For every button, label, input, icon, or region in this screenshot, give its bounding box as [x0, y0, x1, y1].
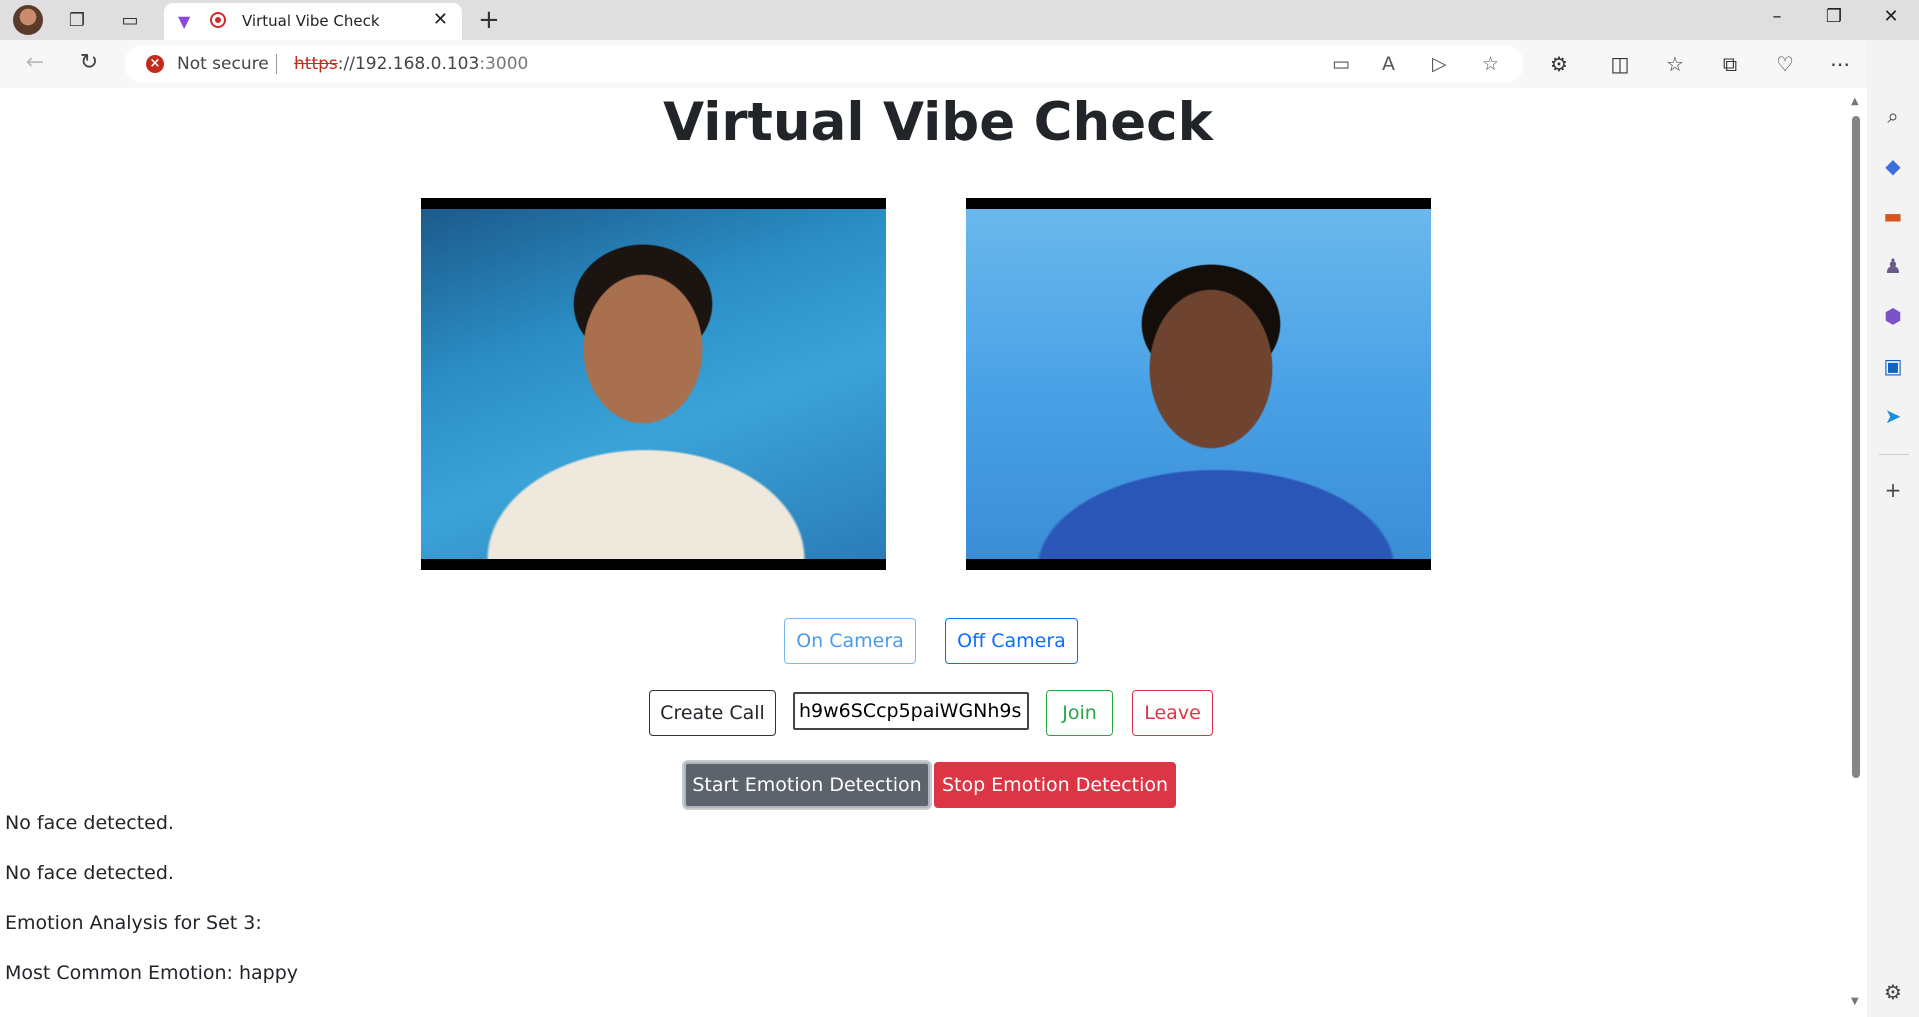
favorite-star-icon[interactable]: ☆ [1482, 53, 1499, 75]
new-tab-button[interactable]: + [478, 5, 500, 35]
local-video-frame [421, 209, 886, 559]
url-text[interactable]: https://192.168.0.103:3000 [294, 54, 528, 74]
virtual-vibe-logo-icon: ▼ [178, 12, 191, 31]
outlook-icon[interactable]: ▣ [1879, 352, 1907, 380]
status-message: No face detected. [5, 862, 174, 884]
browser-toolbar: ← ↻ × Not secure https://192.168.0.103:3… [0, 40, 1919, 88]
stop-emotion-detection-button[interactable]: Stop Emotion Detection [934, 762, 1176, 808]
scroll-down-arrow-icon[interactable]: ▼ [1851, 996, 1859, 1007]
close-window-icon[interactable]: ✕ [1871, 6, 1911, 27]
recording-icon [210, 12, 226, 28]
camera-icon[interactable]: ▭ [1332, 53, 1350, 75]
remote-video [966, 198, 1431, 570]
join-button[interactable]: Join [1046, 690, 1113, 736]
off-camera-button[interactable]: Off Camera [945, 618, 1078, 664]
search-icon[interactable]: ⌕ [1879, 102, 1907, 130]
url-port: :3000 [479, 54, 529, 74]
settings-icon[interactable]: ⚙ [1879, 978, 1907, 1006]
url-scheme: https [294, 54, 338, 74]
security-label[interactable]: Not secure [177, 54, 269, 74]
url-host: ://192.168.0.103 [337, 54, 480, 74]
sidebar-divider [1879, 454, 1909, 455]
refresh-icon[interactable]: ↻ [74, 50, 104, 75]
active-tab[interactable]: ▼ Virtual Vibe Check ✕ [164, 3, 462, 40]
page-title: Virtual Vibe Check [663, 92, 1213, 153]
extensions-icon[interactable]: ⚙ [1544, 52, 1574, 76]
on-camera-button[interactable]: On Camera [784, 618, 916, 664]
games-icon[interactable]: ♟ [1879, 252, 1907, 280]
tab-strip: ❐ ▭ ▼ Virtual Vibe Check ✕ + – ❐ ✕ [0, 0, 1919, 40]
leave-button[interactable]: Leave [1132, 690, 1213, 736]
favorites-icon[interactable]: ☆ [1660, 52, 1690, 76]
immersive-reader-icon[interactable]: ▷ [1432, 53, 1447, 75]
browser-sidebar: ⌕ ◆ ▬ ♟ ⬢ ▣ ➤ + ⚙ [1867, 40, 1919, 1017]
profile-avatar[interactable] [13, 5, 43, 35]
add-icon[interactable]: + [1879, 476, 1907, 504]
tools-icon[interactable]: ▬ [1879, 202, 1907, 230]
minimize-icon[interactable]: – [1757, 6, 1797, 27]
send-icon[interactable]: ➤ [1879, 402, 1907, 430]
close-tab-icon[interactable]: ✕ [433, 9, 448, 30]
more-icon[interactable]: ⋯ [1825, 52, 1855, 76]
call-id-input[interactable] [793, 692, 1029, 730]
page-content: Virtual Vibe Check On Camera Off Camera … [5, 88, 1850, 1017]
scroll-up-arrow-icon[interactable]: ▲ [1851, 96, 1859, 107]
vertical-tabs-icon[interactable]: ▭ [115, 7, 145, 33]
shopping-tag-icon[interactable]: ◆ [1879, 152, 1907, 180]
restore-icon[interactable]: ❐ [1814, 6, 1854, 27]
copilot-sidebar-icon[interactable]: ⬢ [1879, 302, 1907, 330]
split-screen-icon[interactable]: ◫ [1605, 52, 1635, 76]
collections-icon[interactable]: ⧉ [1715, 52, 1745, 76]
start-emotion-detection-button[interactable]: Start Emotion Detection [684, 762, 930, 808]
not-secure-icon[interactable]: × [146, 55, 164, 73]
separator [276, 54, 277, 74]
address-bar[interactable]: × Not secure https://192.168.0.103:3000 … [124, 45, 1524, 83]
most-common-emotion: Most Common Emotion: happy [5, 962, 299, 984]
local-video [421, 198, 886, 570]
read-aloud-icon[interactable]: A [1382, 53, 1395, 75]
back-icon[interactable]: ← [20, 50, 50, 75]
browser-essentials-icon[interactable]: ♡ [1770, 52, 1800, 76]
emotion-analysis-heading: Emotion Analysis for Set 3: [5, 912, 262, 934]
scrollbar-thumb[interactable] [1852, 116, 1860, 778]
create-call-button[interactable]: Create Call [649, 690, 776, 736]
status-message: No face detected. [5, 812, 174, 834]
tab-actions-icon[interactable]: ❐ [62, 7, 92, 33]
tab-title: Virtual Vibe Check [242, 12, 380, 30]
remote-video-frame [966, 209, 1431, 559]
